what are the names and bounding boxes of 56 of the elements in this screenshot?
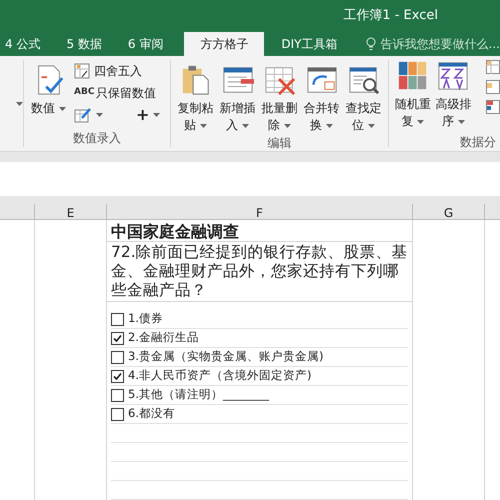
table-cell: 中国家庭金融调查 bbox=[111, 222, 239, 241]
ribbon-button[interactable]: 四舍五入 bbox=[74, 60, 142, 82]
checkbox-label: 1.债券 bbox=[128, 310, 163, 328]
checkbox[interactable] bbox=[111, 388, 124, 402]
ribbon-button[interactable]: 批量删除 bbox=[259, 60, 300, 134]
ribbon-button[interactable]: 合并转换 bbox=[301, 60, 342, 134]
ribbon-tab[interactable]: 方方格子 bbox=[184, 32, 264, 56]
ribbon-button[interactable]: 复制粘贴 bbox=[175, 60, 216, 134]
pencil-grid-icon bbox=[74, 107, 92, 123]
window-title: 工作簿1 - Excel bbox=[343, 7, 438, 26]
checkbox[interactable] bbox=[111, 370, 124, 382]
caret-icon bbox=[153, 113, 160, 117]
caret-icon bbox=[59, 106, 66, 111]
caret-icon bbox=[326, 124, 333, 128]
checkbox[interactable] bbox=[111, 408, 124, 420]
checkbox-label: 4.非人民币资产（含境外固定资产) bbox=[128, 367, 312, 384]
ribbon-tab[interactable]: DIY工具箱 bbox=[276, 32, 342, 56]
ribbon-tab[interactable]: 4 公式 bbox=[0, 32, 46, 56]
percent-grid-icon bbox=[74, 63, 90, 79]
abc-icon: ABC bbox=[74, 86, 92, 100]
check-icon bbox=[113, 334, 122, 342]
caret-icon bbox=[200, 124, 207, 128]
table-cell: 72.除前面已经提到的银行存款、股票、基金、金融理财产品外，您家还持有下列哪些金融产品？ bbox=[111, 243, 408, 300]
sort-icon bbox=[437, 60, 470, 92]
check-icon bbox=[113, 372, 122, 380]
dropdown-button[interactable]: + bbox=[136, 104, 160, 126]
ribbon-tab[interactable]: 6 审阅 bbox=[122, 32, 168, 56]
tell-me-field[interactable]: 告诉我您想要做什么... bbox=[366, 32, 500, 56]
color-blocks-icon bbox=[396, 60, 429, 92]
group-label: 数据分 bbox=[460, 134, 497, 151]
checkbox[interactable] bbox=[111, 332, 124, 344]
checkbox-label: 5.其他（请注明）________ bbox=[128, 386, 269, 404]
ribbon-button[interactable]: 随机重复 bbox=[393, 56, 432, 133]
caret-icon bbox=[417, 120, 424, 124]
group-label: 数值录入 bbox=[72, 130, 122, 147]
lightbulb-icon bbox=[366, 37, 376, 51]
column-header[interactable]: G bbox=[413, 204, 485, 219]
ribbon-button[interactable]: 高级排序 bbox=[434, 56, 473, 133]
checkbox-label: 6.都没有 bbox=[128, 405, 175, 422]
caret-icon bbox=[368, 124, 375, 128]
caret-icon bbox=[284, 124, 291, 128]
ribbon-button[interactable]: 数值 bbox=[28, 60, 69, 129]
caret-icon bbox=[242, 124, 249, 128]
column-header[interactable]: E bbox=[35, 204, 107, 219]
ribbon-button[interactable]: 新增插入 bbox=[217, 60, 258, 134]
checkbox[interactable] bbox=[111, 350, 124, 364]
checkbox-label: 2.金融衍生品 bbox=[128, 329, 199, 346]
caret-icon bbox=[458, 120, 465, 124]
ribbon-tab[interactable]: 5 数据 bbox=[61, 32, 107, 56]
column-header[interactable]: F bbox=[107, 204, 413, 219]
checkbox[interactable] bbox=[111, 312, 124, 326]
group-label: 编辑 bbox=[266, 135, 292, 152]
caret-icon bbox=[96, 113, 103, 117]
ribbon-button[interactable]: 查找定位 bbox=[343, 60, 384, 134]
checkbox-label: 3.贵金属（实物贵金属、账户贵金属) bbox=[128, 348, 324, 366]
caret-icon bbox=[16, 102, 23, 106]
